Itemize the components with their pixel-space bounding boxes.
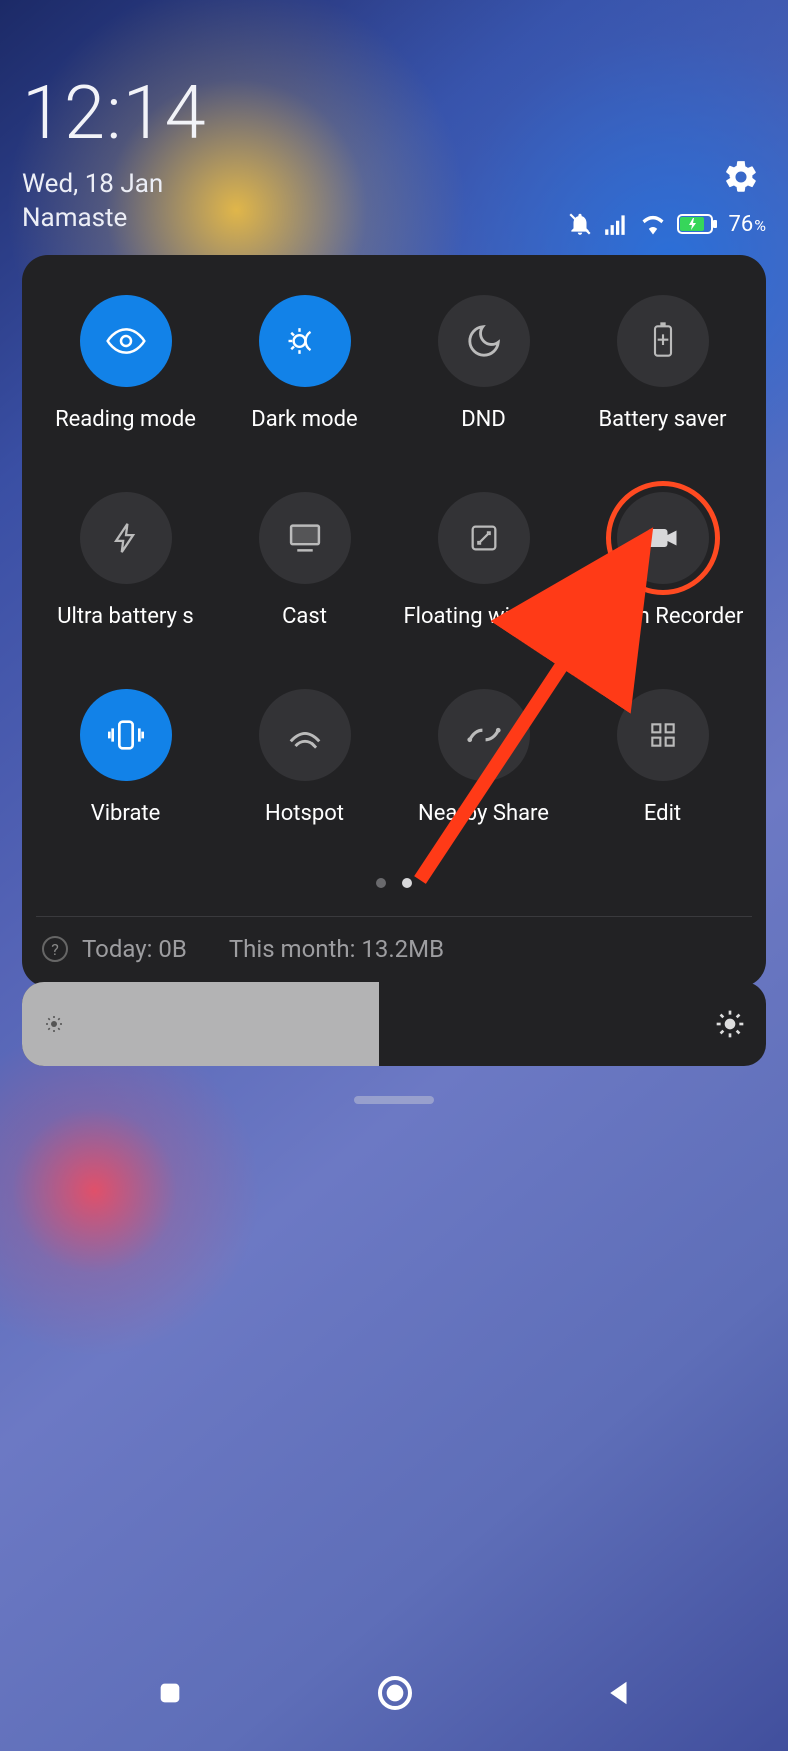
back-button[interactable]	[604, 1676, 634, 1710]
tile-label: Nearby Share	[418, 801, 549, 826]
hotspot-icon	[286, 719, 324, 751]
tile-hotspot[interactable]: Hotspot	[215, 689, 394, 826]
tile-label: Edit	[644, 801, 681, 826]
recents-button[interactable]	[154, 1677, 186, 1709]
brightness-low-icon	[42, 1012, 66, 1036]
square-icon	[154, 1677, 186, 1709]
status-bar-icons: 76%	[567, 210, 766, 238]
tile-screen-recorder[interactable]: Screen Recorder	[573, 492, 752, 629]
tile-reading-mode[interactable]: Reading mode	[36, 295, 215, 432]
brightness-slider[interactable]	[22, 982, 766, 1066]
gear-icon	[722, 158, 760, 196]
tile-vibrate[interactable]: Vibrate	[36, 689, 215, 826]
tile-label: DND	[461, 407, 506, 432]
quick-settings-panel: Reading mode Dark mode DND Battery sav	[22, 255, 766, 987]
edit-button[interactable]	[617, 689, 709, 781]
moon-icon	[465, 322, 503, 360]
cellular-signal-icon	[603, 211, 629, 237]
sun-moon-icon	[283, 319, 327, 363]
tile-battery-saver[interactable]: Battery saver	[573, 295, 752, 432]
status-header: 12:14 Wed, 18 Jan Namaste 76%	[22, 70, 766, 233]
grid-icon	[647, 719, 679, 751]
divider	[36, 916, 752, 917]
wifi-icon	[639, 210, 667, 238]
vibrate-toggle[interactable]	[80, 689, 172, 781]
help-icon: ?	[42, 936, 68, 962]
tile-dark-mode[interactable]: Dark mode	[215, 295, 394, 432]
circle-icon	[375, 1673, 415, 1713]
bolt-icon	[109, 518, 143, 558]
dnd-toggle[interactable]	[438, 295, 530, 387]
brightness-high-icon	[714, 1008, 746, 1040]
percent-symbol: %	[754, 216, 766, 235]
triangle-back-icon	[604, 1676, 634, 1710]
tile-cast[interactable]: Cast	[215, 492, 394, 629]
page-indicator[interactable]	[36, 878, 752, 888]
cast-toggle[interactable]	[259, 492, 351, 584]
tile-label: Dark mode	[251, 407, 357, 432]
screen-recorder-toggle[interactable]	[617, 492, 709, 584]
battery-saver-toggle[interactable]	[617, 295, 709, 387]
screen-icon	[286, 521, 324, 555]
reading-mode-toggle[interactable]	[80, 295, 172, 387]
settings-button[interactable]	[722, 158, 760, 196]
battery-number: 76	[729, 212, 754, 237]
quick-settings-grid: Reading mode Dark mode DND Battery sav	[36, 295, 752, 826]
data-usage-row[interactable]: ? Today: 0B This month: 13.2MB	[36, 933, 752, 971]
mute-icon	[567, 211, 593, 237]
clock-time: 12:14	[22, 70, 766, 157]
page-dot-1	[376, 878, 386, 888]
battery-charging-icon	[677, 212, 719, 236]
video-camera-icon	[645, 524, 681, 552]
usage-today: Today: 0B	[82, 935, 187, 963]
tile-dnd[interactable]: DND	[394, 295, 573, 432]
usage-month: This month: 13.2MB	[229, 935, 444, 963]
home-button[interactable]	[375, 1673, 415, 1713]
tile-label: Vibrate	[91, 801, 161, 826]
swipe-handle[interactable]	[354, 1096, 434, 1104]
floating-windows-toggle[interactable]	[438, 492, 530, 584]
tile-label: Ultra battery s	[57, 604, 194, 629]
page-dot-2	[402, 878, 412, 888]
tile-label: Hotspot	[265, 801, 344, 826]
vibrate-icon	[106, 715, 146, 755]
eye-icon	[106, 321, 146, 361]
date-text: Wed, 18 Jan	[22, 169, 766, 199]
brightness-fill	[22, 982, 379, 1066]
navigation-bar	[0, 1651, 788, 1735]
tile-label: Reading mode	[55, 407, 196, 432]
tile-label: Cast	[282, 604, 327, 629]
dark-mode-toggle[interactable]	[259, 295, 351, 387]
tile-edit[interactable]: Edit	[573, 689, 752, 826]
nearby-share-toggle[interactable]	[438, 689, 530, 781]
battery-plus-icon	[647, 321, 679, 361]
tile-label: Battery saver	[598, 407, 726, 432]
tile-nearby-share[interactable]: Nearby Share	[394, 689, 573, 826]
expand-icon	[467, 521, 501, 555]
nearby-share-icon	[465, 723, 503, 747]
tile-label: Screen Recorder	[583, 604, 743, 629]
ultra-battery-toggle[interactable]	[80, 492, 172, 584]
tile-label: Floating window	[404, 604, 564, 629]
battery-percentage: 76%	[729, 212, 766, 237]
hotspot-toggle[interactable]	[259, 689, 351, 781]
tile-ultra-battery[interactable]: Ultra battery s	[36, 492, 215, 629]
tile-floating-windows[interactable]: Floating window	[394, 492, 573, 629]
